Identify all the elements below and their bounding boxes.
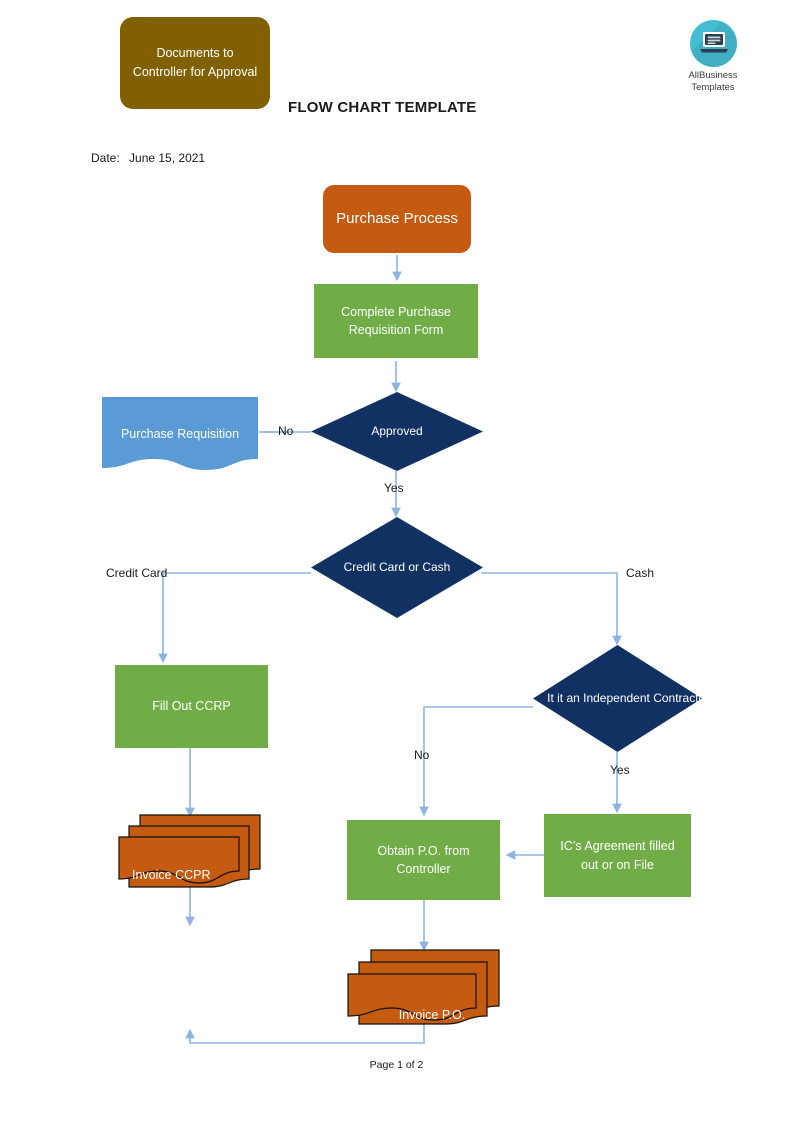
node-obtain-po[interactable]: Obtain P.O. from Controller bbox=[347, 820, 500, 900]
approval-note-box[interactable]: Documents to Controller for Approval bbox=[120, 17, 270, 109]
edge-label-cash: Cash bbox=[626, 566, 655, 580]
node-ic-agreement[interactable]: IC’s Agreement filled out or on File bbox=[544, 814, 691, 897]
logo-caption: AllBusiness Templates bbox=[683, 70, 743, 94]
node-independent-contractor-decision[interactable]: It it an Independent Contractor? bbox=[533, 645, 716, 752]
node-credit-card-or-cash-decision[interactable]: Credit Card or Cash bbox=[311, 517, 483, 618]
node-approved-decision[interactable]: Approved bbox=[311, 392, 483, 471]
node-fill-out-ccrp[interactable]: Fill Out CCRP bbox=[115, 665, 268, 748]
page-title: FLOW CHART TEMPLATE bbox=[288, 99, 477, 116]
node-invoice-po-documents[interactable]: Invoice P.O. bbox=[347, 948, 501, 1026]
node-fill-out-ccrp-label: Fill Out CCRP bbox=[152, 699, 231, 714]
node-purchase-process[interactable]: Purchase Process bbox=[323, 185, 471, 253]
flowchart-page: Documents to Controller for Approval All… bbox=[0, 0, 793, 1122]
node-ic-agreement-label: IC’s Agreement filled out or on File bbox=[560, 839, 675, 872]
laptop-icon bbox=[689, 20, 737, 67]
node-complete-purchase-requisition-form[interactable]: Complete Purchase Requisition Form bbox=[314, 284, 478, 358]
edge-label-credit-card: Credit Card bbox=[106, 566, 168, 580]
edge-label-no-approved: No bbox=[278, 424, 294, 438]
allbusiness-templates-logo[interactable]: AllBusiness Templates bbox=[683, 20, 743, 94]
node-invoice-ccpr-documents[interactable]: Invoice CCPR bbox=[118, 813, 262, 888]
logo-line-1: AllBusiness bbox=[688, 70, 738, 81]
node-obtain-po-label: Obtain P.O. from Controller bbox=[377, 843, 470, 876]
edge-label-yes-approved: Yes bbox=[384, 481, 404, 495]
logo-line-2: Templates bbox=[691, 81, 735, 93]
date-line: Date: June 15, 2021 bbox=[91, 151, 205, 165]
date-value: June 15, 2021 bbox=[129, 151, 206, 165]
node-purchase-process-label: Purchase Process bbox=[336, 210, 458, 228]
edge-label-no-contractor: No bbox=[414, 748, 430, 762]
date-label: Date: bbox=[91, 151, 120, 165]
edge-label-yes-contractor: Yes bbox=[610, 763, 630, 777]
page-footer: Page 1 of 2 bbox=[369, 1059, 424, 1071]
node-complete-form-label: Complete Purchase Requisition Form bbox=[341, 304, 451, 337]
node-purchase-requisition-document[interactable]: Purchase Requisition bbox=[102, 397, 258, 470]
approval-note-text: Documents to Controller for Approval bbox=[132, 45, 258, 79]
